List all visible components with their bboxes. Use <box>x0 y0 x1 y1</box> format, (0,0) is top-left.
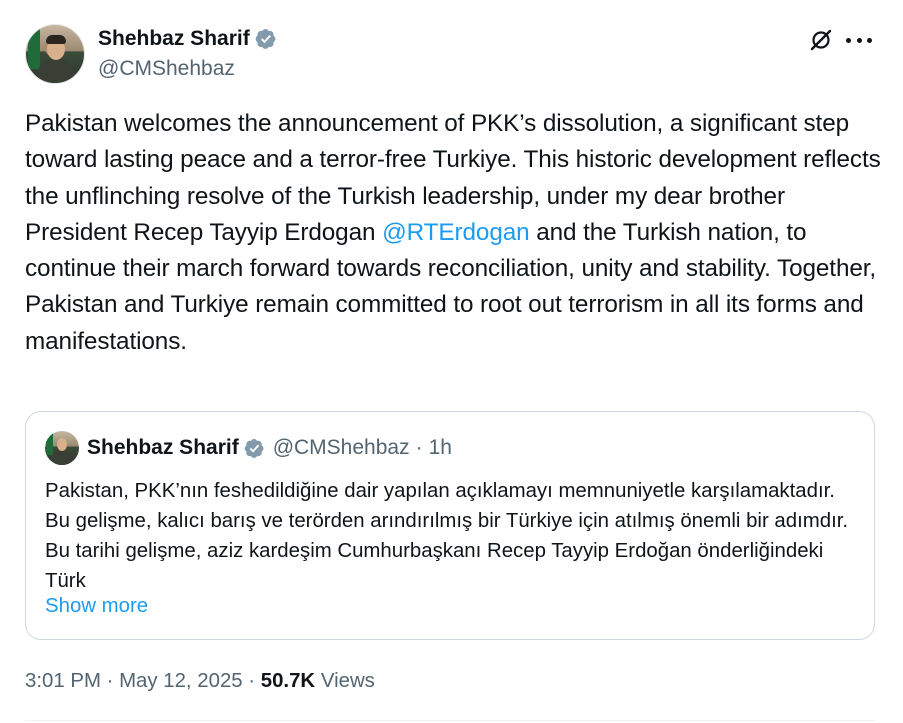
avatar-flag <box>46 433 53 455</box>
quote-author-name[interactable]: Shehbaz Sharif <box>87 436 239 460</box>
quote-separator: · <box>415 436 423 459</box>
tweet-date[interactable]: May 12, 2025 <box>119 670 243 692</box>
avatar-hair <box>46 35 66 44</box>
more-options-icon[interactable] <box>846 28 872 52</box>
verified-badge-icon[interactable] <box>255 28 277 50</box>
quoted-tweet[interactable]: Shehbaz Sharif @CMShehbaz · 1h Pakistan,… <box>25 411 875 640</box>
author-handle[interactable]: @CMShehbaz <box>98 57 235 81</box>
grok-icon[interactable] <box>809 28 833 52</box>
more-dot <box>846 37 851 43</box>
avatar-suit <box>52 450 72 465</box>
tweet: Shehbaz Sharif @CMShehbaz Pakistan welco… <box>0 0 903 723</box>
tweet-text: Pakistan welcomes the announcement of PK… <box>25 106 885 360</box>
avatar-suit <box>38 59 74 83</box>
quote-header: Shehbaz Sharif @CMShehbaz · 1h <box>87 436 452 460</box>
quote-text: Pakistan, PKK’nın feshedildiğine dair ya… <box>45 480 849 592</box>
quote-avatar[interactable] <box>45 431 79 465</box>
views-label: Views <box>315 670 375 692</box>
quote-timestamp[interactable]: 1h <box>429 436 452 460</box>
tweet-time[interactable]: 3:01 PM <box>25 670 101 692</box>
mention-link[interactable]: @RTErdogan <box>382 219 530 246</box>
meta-separator: · <box>100 670 120 692</box>
divider <box>25 720 875 721</box>
author-name[interactable]: Shehbaz Sharif <box>98 27 250 51</box>
avatar[interactable] <box>25 24 85 84</box>
more-dot <box>867 37 872 43</box>
verified-badge-icon[interactable] <box>244 438 265 459</box>
author-name-row: Shehbaz Sharif <box>98 27 277 51</box>
more-dot <box>856 37 862 43</box>
views-count: 50.7K <box>260 670 316 692</box>
show-more-link[interactable]: Show more <box>45 595 148 618</box>
meta-separator: · <box>242 670 261 692</box>
quote-author-handle[interactable]: @CMShehbaz <box>273 436 410 460</box>
tweet-meta: 3:01 PM · May 12, 2025 · 50.7K Views <box>25 670 375 693</box>
avatar-face <box>57 438 67 451</box>
avatar-flag <box>28 29 40 69</box>
